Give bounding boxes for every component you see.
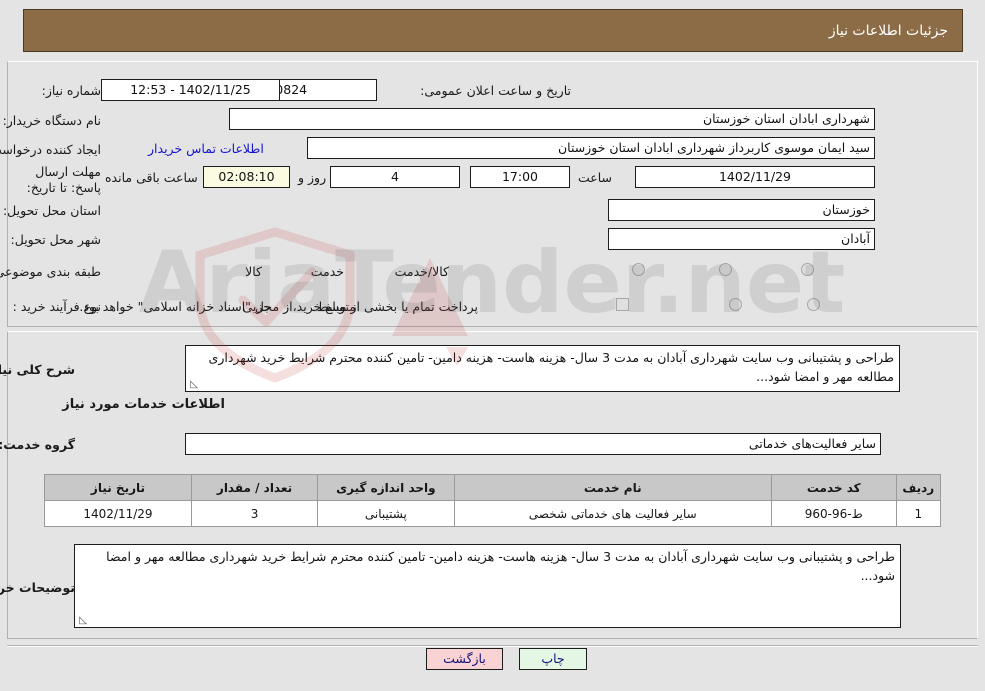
print-button[interactable]: چاپ [519, 648, 587, 670]
buyer-contact-link[interactable]: اطلاعات تماس خریدار [148, 141, 264, 157]
cell-row-no: 1 [895, 500, 942, 527]
cell-need-date: 1402/11/29 [44, 500, 192, 527]
resize-grip-icon[interactable]: ◺ [188, 380, 198, 390]
requester-label: ایجاد کننده درخواست: [0, 142, 101, 157]
countdown-label: ساعت باقی مانده [105, 170, 198, 185]
delivery-province-value: خوزستان [608, 199, 875, 221]
general-description-label: شرح کلی نیاز: [0, 362, 75, 377]
services-info-heading: اطلاعات خدمات مورد نیاز [62, 397, 225, 412]
buyer-org-label: نام دستگاه خریدار: [2, 113, 101, 128]
delivery-city-label: شهر محل تحویل: [10, 232, 101, 247]
col-header-service-code: کد خدمت [770, 474, 897, 501]
need-number-label: شماره نیاز: [41, 83, 101, 98]
col-header-row-no: ردیف [895, 474, 942, 501]
cell-unit: پشتیبانی [317, 500, 455, 527]
radio-process-motavasset[interactable] [729, 298, 742, 311]
radio-category-khedmat-label: خدمت [310, 264, 344, 279]
services-table: ردیف کد خدمت نام خدمت واحد اندازه گیری ت… [44, 474, 942, 527]
col-header-quantity: تعداد / مقدار [190, 474, 319, 501]
general-description-text: طراحی و پشتیبانی وب سایت شهرداری آبادان … [208, 350, 894, 384]
service-group-value: سایر فعالیت‌های خدماتی [185, 433, 881, 455]
col-header-unit: واحد اندازه گیری [317, 474, 455, 501]
deadline-hour-label: ساعت [578, 170, 613, 185]
footer-divider [7, 645, 978, 647]
delivery-province-label: استان محل تحویل: [2, 203, 101, 218]
col-header-need-date: تاریخ نیاز [44, 474, 192, 501]
page-header: جزئیات اطلاعات نیاز [23, 9, 963, 52]
announce-datetime-label: تاریخ و ساعت اعلان عمومی: [420, 83, 571, 98]
cell-service-name: سایر فعالیت های خدماتی شخصی [453, 500, 772, 527]
cell-quantity: 3 [190, 500, 319, 527]
radio-category-khedmat[interactable] [719, 263, 732, 276]
page-title: جزئیات اطلاعات نیاز [828, 22, 948, 39]
deadline-time-value: 17:00 [470, 166, 570, 188]
buyer-notes-text: طراحی و پشتیبانی وب سایت شهرداری آبادان … [106, 549, 895, 583]
table-row: 1 ط-96-960 سایر فعالیت های خدماتی شخصی پ… [44, 500, 942, 527]
buyer-notes-value[interactable]: طراحی و پشتیبانی وب سایت شهرداری آبادان … [74, 544, 901, 628]
remaining-days-label: روز و [298, 170, 327, 185]
radio-category-kala-khedmat[interactable] [632, 263, 645, 276]
remaining-days-value: 4 [330, 166, 460, 188]
buyer-notes-label: توضیحات خریدار: [0, 580, 75, 595]
page-root: AriaTender.net جزئیات اطلاعات نیاز شماره… [0, 0, 985, 691]
service-group-label: گروه خدمت: [0, 437, 75, 452]
col-header-service-name: نام خدمت [453, 474, 772, 501]
announce-datetime-value: 1402/11/25 - 12:53 [101, 79, 280, 101]
buyer-org-value: شهرداری ابادان استان خوزستان [229, 108, 875, 130]
delivery-city-value: آبادان [608, 228, 875, 250]
back-button[interactable]: بازگشت [426, 648, 503, 670]
countdown-value: 02:08:10 [203, 166, 290, 188]
treasury-docs-note: پرداخت تمام یا بخشی از مبلغ خرید،از محل … [79, 299, 478, 314]
treasury-docs-checkbox[interactable] [616, 298, 629, 311]
category-label: طبقه بندی موضوعی: [0, 264, 101, 279]
requester-value: سید ایمان موسوی کاربرداز شهرداری ابادان … [307, 137, 875, 159]
radio-category-kala-label: کالا [245, 264, 262, 279]
deadline-label: مهلت ارسال پاسخ: تا تاریخ: [26, 164, 101, 195]
deadline-date-value: 1402/11/29 [635, 166, 875, 188]
table-header-row: ردیف کد خدمت نام خدمت واحد اندازه گیری ت… [44, 474, 942, 501]
radio-process-jozii[interactable] [807, 298, 820, 311]
resize-grip-icon-notes[interactable]: ◺ [77, 616, 87, 626]
radio-category-kala-khedmat-label: کالا/خدمت [394, 264, 449, 279]
cell-service-code: ط-96-960 [770, 500, 897, 527]
general-description-value[interactable]: طراحی و پشتیبانی وب سایت شهرداری آبادان … [185, 345, 900, 392]
radio-category-kala[interactable] [801, 263, 814, 276]
